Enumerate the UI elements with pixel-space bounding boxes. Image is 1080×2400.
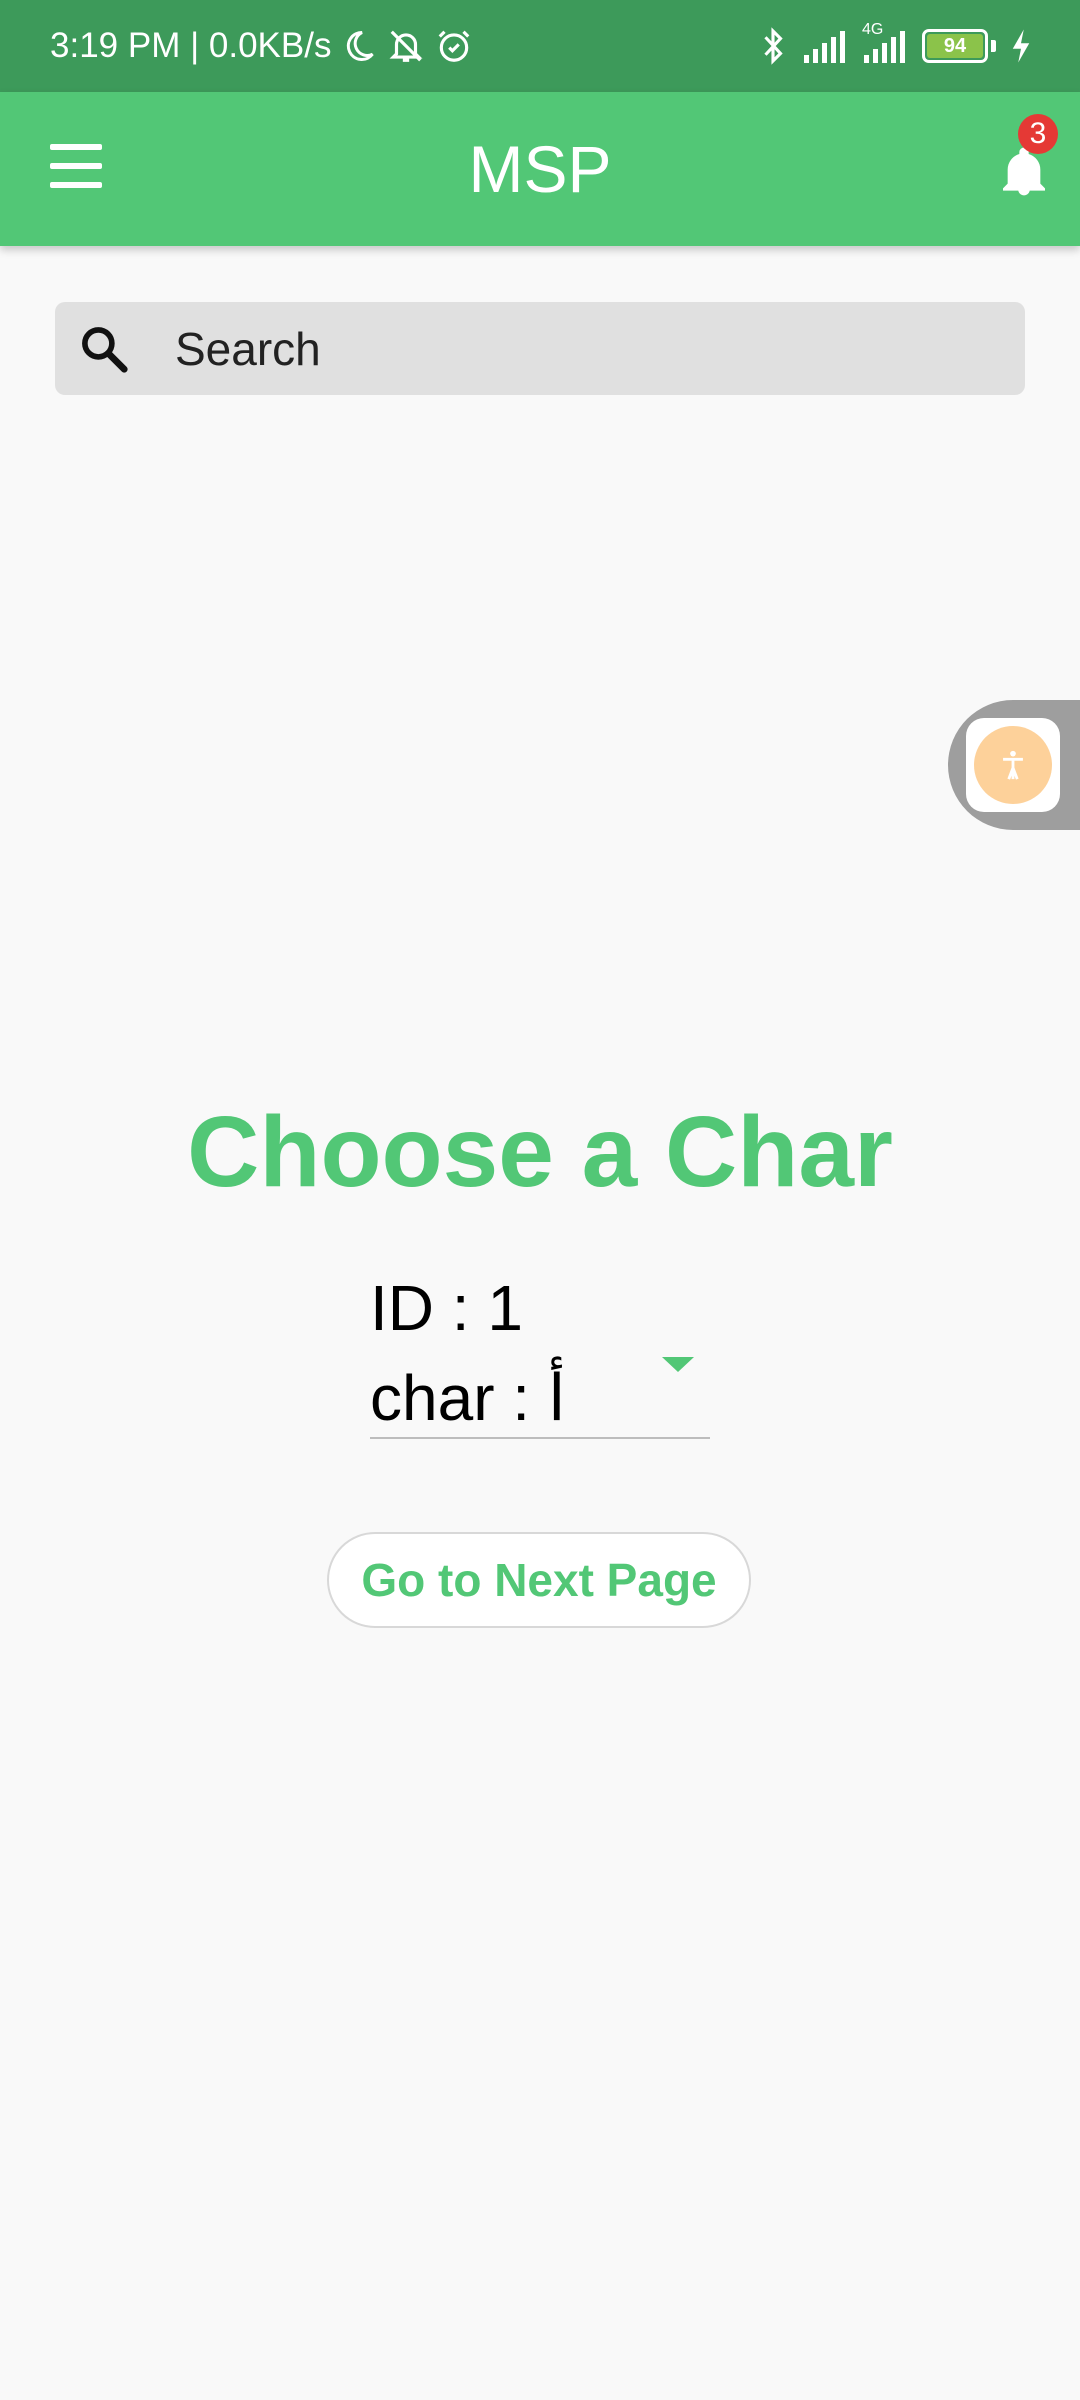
network-label: 4G	[862, 21, 884, 38]
accessibility-button-inner	[966, 718, 1060, 812]
dropdown-char-text: char : أ	[370, 1362, 566, 1434]
charging-icon	[1010, 29, 1032, 63]
page-heading: Choose a Char	[187, 1096, 893, 1208]
notification-badge: 3	[1018, 114, 1058, 154]
search-input[interactable]: Search	[175, 302, 321, 395]
signal-icon	[802, 29, 848, 63]
next-page-button[interactable]: Go to Next Page	[327, 1532, 751, 1628]
alarm-icon	[435, 27, 473, 65]
signal-4g-icon: 4G	[862, 21, 908, 63]
bell-off-icon	[387, 27, 425, 65]
status-time-speed: 3:19 PM | 0.0KB/s	[50, 26, 332, 65]
status-right: 4G 94	[758, 0, 1032, 92]
status-left: 3:19 PM | 0.0KB/s	[50, 0, 473, 92]
search-icon	[77, 322, 131, 381]
accessibility-icon	[974, 726, 1052, 804]
dropdown-id-text: ID : 1	[370, 1272, 523, 1344]
battery-icon: 94	[922, 29, 988, 63]
char-dropdown[interactable]: ID : 1 char : أ	[370, 1265, 710, 1439]
accessibility-button[interactable]	[948, 700, 1080, 830]
moon-icon	[341, 28, 377, 64]
app-bar: MSP	[0, 92, 1080, 246]
bluetooth-icon	[758, 26, 788, 66]
status-bar: 3:19 PM | 0.0KB/s 4G 94	[0, 0, 1080, 92]
app-title: MSP	[468, 132, 612, 206]
search-bar[interactable]: Search	[55, 302, 1025, 395]
dropdown-arrow-icon[interactable]	[662, 1357, 694, 1372]
battery-level: 94	[943, 34, 967, 57]
